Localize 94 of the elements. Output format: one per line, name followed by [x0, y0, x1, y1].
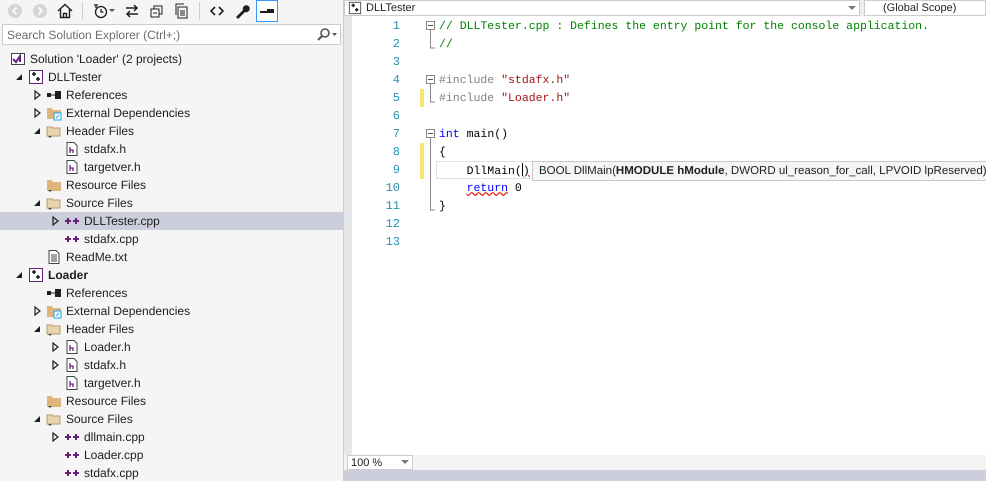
- tree-item[interactable]: stdafx.h: [0, 140, 343, 158]
- tree-item-label: targetver.h: [84, 376, 141, 390]
- line-number: 10: [384, 181, 400, 195]
- collapsed-arrow-icon[interactable]: [52, 216, 58, 226]
- tree-item[interactable]: Solution 'Loader' (2 projects): [0, 50, 343, 68]
- tree-item[interactable]: Source Files: [0, 194, 343, 212]
- expanded-arrow-icon[interactable]: [33, 415, 41, 423]
- line-number: 11: [384, 199, 400, 213]
- tree-item-label: Resource Files: [66, 178, 146, 192]
- collapsed-arrow-icon[interactable]: [52, 342, 58, 352]
- tree-item[interactable]: Loader: [0, 266, 343, 284]
- tree-item-label: Loader.h: [84, 340, 131, 354]
- collapsed-arrow-icon[interactable]: [52, 360, 58, 370]
- tree-item[interactable]: Header Files: [0, 320, 343, 338]
- line-number: 7: [392, 127, 400, 141]
- tree-item-label: References: [66, 286, 128, 300]
- tree-item[interactable]: targetver.h: [0, 374, 343, 392]
- tree-item[interactable]: Header Files: [0, 122, 343, 140]
- tree-item-label: stdafx.cpp: [84, 466, 139, 480]
- tree-item-label: External Dependencies: [66, 304, 190, 318]
- line-number: 3: [392, 55, 400, 69]
- preview-icon[interactable]: [256, 0, 278, 22]
- expanded-arrow-icon[interactable]: [33, 325, 41, 333]
- expanded-arrow-icon[interactable]: [33, 199, 41, 207]
- collapsed-arrow-icon[interactable]: [34, 90, 40, 100]
- search-field[interactable]: Search Solution Explorer (Ctrl+;): [2, 24, 341, 45]
- code-line: // DLLTester.cpp : Defines the entry point for the console application.: [439, 20, 929, 32]
- expanded-arrow-icon[interactable]: [15, 73, 23, 81]
- tree-item[interactable]: External Dependencies: [0, 302, 343, 320]
- tree-item-label: Solution 'Loader' (2 projects): [30, 52, 182, 66]
- tree-item-label: DLLTester.cpp: [84, 214, 160, 228]
- tree-item[interactable]: ReadMe.txt: [0, 248, 343, 266]
- tree-item-label: References: [66, 88, 128, 102]
- line-number: 9: [392, 163, 400, 177]
- code-line: {: [439, 146, 446, 158]
- line-number: 6: [392, 109, 400, 123]
- tree-item[interactable]: targetver.h: [0, 158, 343, 176]
- code-line: return 0: [466, 182, 522, 194]
- project-icon: [348, 1, 362, 15]
- tree-item-label: Loader: [48, 268, 88, 282]
- collapsed-arrow-icon[interactable]: [52, 432, 58, 442]
- collapsed-arrow-icon[interactable]: [34, 108, 40, 118]
- tree-item[interactable]: DLLTester: [0, 68, 343, 86]
- search-icon: [317, 28, 337, 42]
- project-dropdown[interactable]: DLLTester: [344, 0, 860, 16]
- code-line: int main(): [439, 128, 508, 140]
- zoom-dropdown[interactable]: 100 %: [347, 455, 413, 470]
- dropdown-arrow-icon: [848, 6, 856, 10]
- line-number: 13: [384, 235, 400, 249]
- tree-item[interactable]: stdafx.h: [0, 356, 343, 374]
- code-line: DllMain(): [466, 162, 530, 178]
- tree-item-label: Header Files: [66, 322, 134, 336]
- tree-item[interactable]: stdafx.cpp: [0, 464, 343, 481]
- tree-item[interactable]: dllmain.cpp: [0, 428, 343, 446]
- line-number: 12: [384, 217, 400, 231]
- tree-item[interactable]: External Dependencies: [0, 104, 343, 122]
- code-line: #include "stdafx.h": [439, 74, 570, 86]
- line-number: 8: [392, 145, 400, 159]
- expanded-arrow-icon[interactable]: [33, 127, 41, 135]
- tree-item-label: Source Files: [66, 412, 133, 426]
- tree-item[interactable]: DLLTester.cpp: [0, 212, 343, 230]
- tree-item[interactable]: Source Files: [0, 410, 343, 428]
- dropdown-arrow-icon: [401, 460, 409, 465]
- line-number: 5: [392, 91, 400, 105]
- collapsed-arrow-icon[interactable]: [34, 306, 40, 316]
- tree-item[interactable]: Resource Files: [0, 176, 343, 194]
- tree-item-label: ReadMe.txt: [66, 250, 128, 264]
- code-line: //: [439, 38, 453, 50]
- horizontal-scrollbar[interactable]: [344, 470, 986, 481]
- tree-item-label: DLLTester: [48, 70, 102, 84]
- tree-item-label: stdafx.h: [84, 142, 126, 156]
- code-line: #include "Loader.h": [439, 92, 570, 104]
- tree-item[interactable]: References: [0, 86, 343, 104]
- tree-item-label: Resource Files: [66, 394, 146, 408]
- tree-item[interactable]: Loader.cpp: [0, 446, 343, 464]
- tree-item[interactable]: stdafx.cpp: [0, 230, 343, 248]
- tree-item-label: dllmain.cpp: [84, 430, 145, 444]
- signature-tooltip: BOOL DllMain(HMODULE hModule, DWORD ul_reason_for_call, LPVOID lpReserved): [532, 161, 986, 181]
- tree-item-label: stdafx.h: [84, 358, 126, 372]
- tree-item-label: Source Files: [66, 196, 133, 210]
- tree-item-label: External Dependencies: [66, 106, 190, 120]
- expanded-arrow-icon[interactable]: [15, 271, 23, 279]
- scope-dropdown[interactable]: (Global Scope): [864, 0, 986, 16]
- code-line: }: [439, 200, 446, 212]
- line-number: 1: [392, 19, 400, 33]
- tree-item[interactable]: Loader.h: [0, 338, 343, 356]
- line-number: 2: [392, 37, 400, 51]
- line-number: 4: [392, 73, 400, 87]
- tree-item-label: targetver.h: [84, 160, 141, 174]
- tree-item-label: Loader.cpp: [84, 448, 144, 462]
- tree-item-label: stdafx.cpp: [84, 232, 139, 246]
- tree-item-label: Header Files: [66, 124, 134, 138]
- tree-item[interactable]: Resource Files: [0, 392, 343, 410]
- tree-item[interactable]: References: [0, 284, 343, 302]
